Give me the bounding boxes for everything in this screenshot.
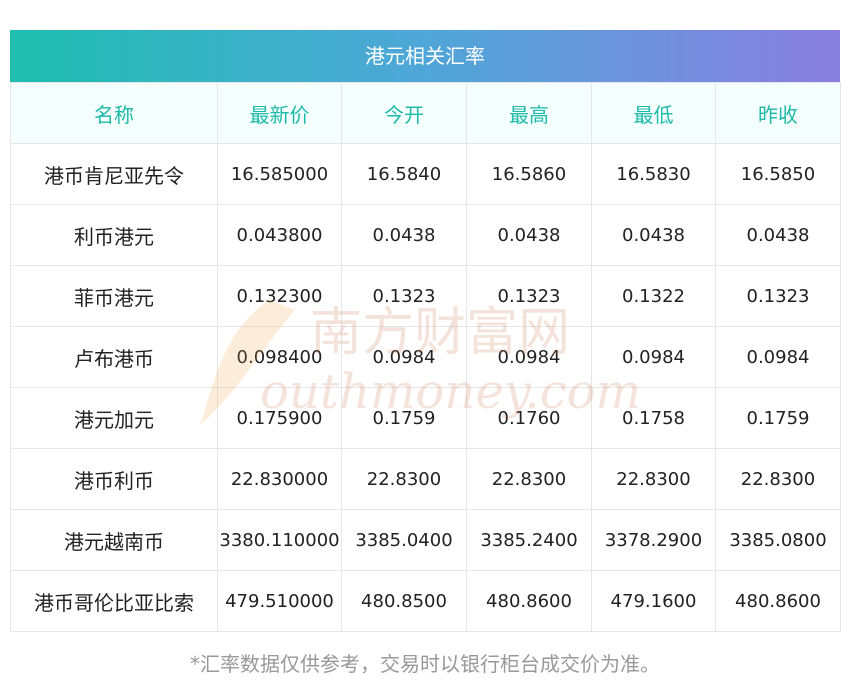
table-row: 港元越南币 3380.110000 3385.0400 3385.2400 33… <box>10 509 841 571</box>
cell-name: 利币港元 <box>10 204 218 266</box>
table-row: 港币利币 22.830000 22.8300 22.8300 22.8300 2… <box>10 448 841 510</box>
cell-name: 港币哥伦比亚比索 <box>10 570 218 632</box>
cell-low: 0.1322 <box>591 265 716 327</box>
table-header-row: 名称 最新价 今开 最高 最低 昨收 <box>10 82 841 144</box>
column-header-high: 最高 <box>466 82 592 144</box>
cell-open: 0.1323 <box>341 265 467 327</box>
table-row: 港币肯尼亚先令 16.585000 16.5840 16.5860 16.583… <box>10 143 841 205</box>
cell-name: 港元加元 <box>10 387 218 449</box>
cell-latest: 3380.110000 <box>217 509 342 571</box>
table-row: 卢布港币 0.098400 0.0984 0.0984 0.0984 0.098… <box>10 326 841 388</box>
table-title: 港元相关汇率 <box>10 30 840 82</box>
cell-latest: 0.175900 <box>217 387 342 449</box>
cell-high: 0.0984 <box>466 326 592 388</box>
exchange-rate-table: 名称 最新价 今开 最高 最低 昨收 港币肯尼亚先令 16.585000 16.… <box>10 82 841 632</box>
cell-high: 16.5860 <box>466 143 592 205</box>
cell-prev-close: 16.5850 <box>715 143 841 205</box>
cell-latest: 22.830000 <box>217 448 342 510</box>
cell-open: 22.8300 <box>341 448 467 510</box>
cell-prev-close: 22.8300 <box>715 448 841 510</box>
cell-low: 22.8300 <box>591 448 716 510</box>
cell-low: 0.0984 <box>591 326 716 388</box>
cell-latest: 16.585000 <box>217 143 342 205</box>
cell-low: 3378.2900 <box>591 509 716 571</box>
cell-name: 卢布港币 <box>10 326 218 388</box>
cell-latest: 0.098400 <box>217 326 342 388</box>
cell-open: 0.0438 <box>341 204 467 266</box>
table-row: 港元加元 0.175900 0.1759 0.1760 0.1758 0.175… <box>10 387 841 449</box>
cell-name: 港元越南币 <box>10 509 218 571</box>
cell-prev-close: 0.1759 <box>715 387 841 449</box>
column-header-latest: 最新价 <box>217 82 342 144</box>
cell-open: 0.0984 <box>341 326 467 388</box>
cell-high: 0.1323 <box>466 265 592 327</box>
column-header-name: 名称 <box>10 82 218 144</box>
disclaimer-footnote: *汇率数据仅供参考，交易时以银行柜台成交价为准。 <box>190 652 660 676</box>
cell-prev-close: 3385.0800 <box>715 509 841 571</box>
table-row: 菲币港元 0.132300 0.1323 0.1323 0.1322 0.132… <box>10 265 841 327</box>
table-row: 利币港元 0.043800 0.0438 0.0438 0.0438 0.043… <box>10 204 841 266</box>
cell-low: 0.0438 <box>591 204 716 266</box>
cell-open: 480.8500 <box>341 570 467 632</box>
cell-latest: 0.043800 <box>217 204 342 266</box>
cell-high: 480.8600 <box>466 570 592 632</box>
cell-prev-close: 0.0438 <box>715 204 841 266</box>
cell-latest: 479.510000 <box>217 570 342 632</box>
cell-name: 菲币港元 <box>10 265 218 327</box>
cell-open: 16.5840 <box>341 143 467 205</box>
cell-low: 479.1600 <box>591 570 716 632</box>
cell-prev-close: 480.8600 <box>715 570 841 632</box>
cell-low: 0.1758 <box>591 387 716 449</box>
column-header-prev-close: 昨收 <box>715 82 841 144</box>
column-header-open: 今开 <box>341 82 467 144</box>
cell-prev-close: 0.0984 <box>715 326 841 388</box>
cell-latest: 0.132300 <box>217 265 342 327</box>
table-row: 港币哥伦比亚比索 479.510000 480.8500 480.8600 47… <box>10 570 841 632</box>
cell-name: 港币利币 <box>10 448 218 510</box>
cell-open: 3385.0400 <box>341 509 467 571</box>
cell-high: 0.0438 <box>466 204 592 266</box>
cell-open: 0.1759 <box>341 387 467 449</box>
cell-high: 22.8300 <box>466 448 592 510</box>
column-header-low: 最低 <box>591 82 716 144</box>
cell-name: 港币肯尼亚先令 <box>10 143 218 205</box>
cell-high: 0.1760 <box>466 387 592 449</box>
cell-prev-close: 0.1323 <box>715 265 841 327</box>
cell-low: 16.5830 <box>591 143 716 205</box>
cell-high: 3385.2400 <box>466 509 592 571</box>
